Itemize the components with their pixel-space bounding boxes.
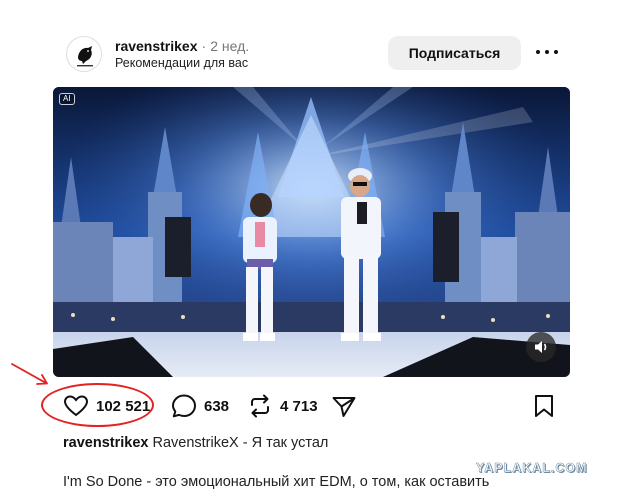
- post-subtitle: Рекомендации для вас: [115, 56, 249, 70]
- send-icon: [332, 397, 356, 417]
- heart-icon: [63, 395, 89, 417]
- description-next-line-fragment: [63, 492, 503, 498]
- caption-username[interactable]: ravenstrikex: [63, 435, 148, 451]
- reposts-count: 4 713: [280, 397, 318, 415]
- action-bar: 102 521 638 4 713: [62, 391, 582, 421]
- speaker-icon[interactable]: [526, 332, 556, 362]
- save-button[interactable]: [530, 391, 558, 421]
- comments-count: 638: [204, 397, 230, 415]
- raven-logo-icon: [68, 38, 101, 71]
- share-button[interactable]: [330, 391, 358, 421]
- repost-arrows-icon: [251, 394, 269, 418]
- post-time: 2 нед.: [210, 38, 250, 54]
- bookmark-icon: [535, 395, 553, 417]
- likes-count: 102 521: [96, 397, 151, 415]
- separator-dot: ·: [201, 38, 207, 54]
- description-line: I'm So Done - это эмоциональный хит EDM,…: [63, 474, 490, 490]
- caption-text: RavenstrikeX - Я так устал: [152, 435, 329, 451]
- concert-stage-image: [53, 87, 570, 377]
- post-video[interactable]: AI: [53, 87, 570, 377]
- comment-button[interactable]: 638: [170, 391, 229, 421]
- username-text[interactable]: ravenstrikex: [115, 38, 198, 54]
- more-options-icon[interactable]: [534, 42, 560, 62]
- repost-button[interactable]: 4 713: [246, 391, 318, 421]
- comment-bubble-icon: [172, 394, 196, 418]
- follow-button[interactable]: Подписаться: [388, 36, 521, 70]
- speaker-glyph: [535, 341, 547, 353]
- caption: ravenstrikex RavenstrikeX - Я так устал: [63, 435, 328, 451]
- like-button[interactable]: 102 521: [62, 391, 150, 421]
- watermark-text: YAPLAKAL.COM: [476, 461, 588, 476]
- avatar[interactable]: [66, 36, 102, 72]
- post-header: ravenstrikex · 2 нед. Рекомендации для вас…: [64, 34, 576, 74]
- ai-badge: AI: [59, 93, 75, 105]
- post-username[interactable]: ravenstrikex · 2 нед.: [115, 38, 249, 54]
- annotation-arrow-icon: [11, 363, 48, 385]
